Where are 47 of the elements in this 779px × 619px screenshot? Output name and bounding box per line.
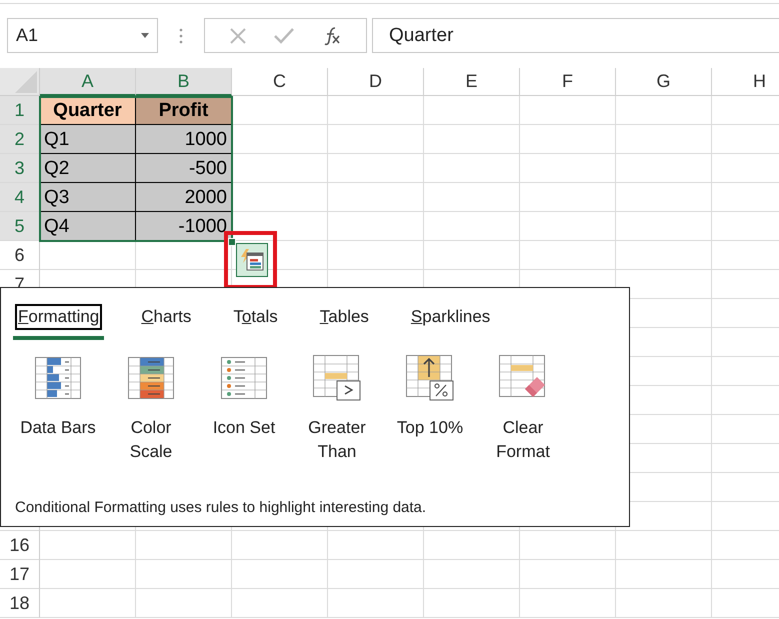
table-cell: 2000: [136, 183, 232, 212]
tab[interactable]: Tables: [316, 304, 372, 330]
table-cell: Q2: [40, 154, 136, 183]
name-box[interactable]: A1: [7, 18, 158, 53]
table-cell: Q1: [40, 125, 136, 154]
icon-set-icon: [221, 355, 267, 401]
tab[interactable]: Formatting: [15, 304, 102, 330]
color-scale-icon: [128, 355, 174, 401]
data-bars-icon: [35, 355, 81, 401]
row-header[interactable]: 3: [0, 154, 40, 183]
option-button[interactable]: Color Scale: [108, 355, 194, 464]
tab[interactable]: Charts: [138, 304, 194, 330]
option-button[interactable]: Data Bars: [15, 355, 101, 464]
top-percent-icon: [406, 355, 454, 401]
row-header[interactable]: 4: [0, 183, 40, 212]
greater-than-icon: [313, 355, 361, 401]
grip-icon: [179, 28, 183, 44]
table-cell: Quarter: [40, 96, 136, 125]
column-header[interactable]: B: [136, 68, 232, 96]
row-header[interactable]: 2: [0, 125, 40, 154]
column-header[interactable]: D: [328, 68, 424, 96]
row-header[interactable]: 1: [0, 96, 40, 125]
column-header[interactable]: F: [520, 68, 616, 96]
option-button[interactable]: Clear Format: [480, 355, 566, 464]
table-cell: 1000: [136, 125, 232, 154]
column-header[interactable]: A: [40, 68, 136, 96]
row-header[interactable]: 5: [0, 212, 40, 241]
function-icon[interactable]: [322, 26, 342, 46]
formula-field[interactable]: Quarter: [372, 18, 779, 53]
column-header[interactable]: G: [616, 68, 712, 96]
table-cell: -500: [136, 154, 232, 183]
option-button[interactable]: Greater Than: [294, 355, 380, 464]
table-cell: Q3: [40, 183, 136, 212]
description-text: Conditional Formatting uses rules to highlight interesting data.: [15, 499, 426, 516]
table-cell: Q4: [40, 212, 136, 241]
dropdown-caret-icon: [141, 33, 149, 38]
table-cell: Profit: [136, 96, 232, 125]
quick-analysis-button[interactable]: [236, 243, 268, 277]
fill-handle[interactable]: [228, 238, 236, 246]
check-icon[interactable]: [274, 28, 294, 44]
column-header[interactable]: E: [424, 68, 520, 96]
column-header[interactable]: C: [232, 68, 328, 96]
option-button[interactable]: Top 10%: [387, 355, 473, 464]
table-cell: -1000: [136, 212, 232, 241]
tab[interactable]: Totals: [230, 304, 281, 330]
tab[interactable]: Sparklines: [408, 304, 494, 330]
option-button[interactable]: Icon Set: [201, 355, 287, 464]
